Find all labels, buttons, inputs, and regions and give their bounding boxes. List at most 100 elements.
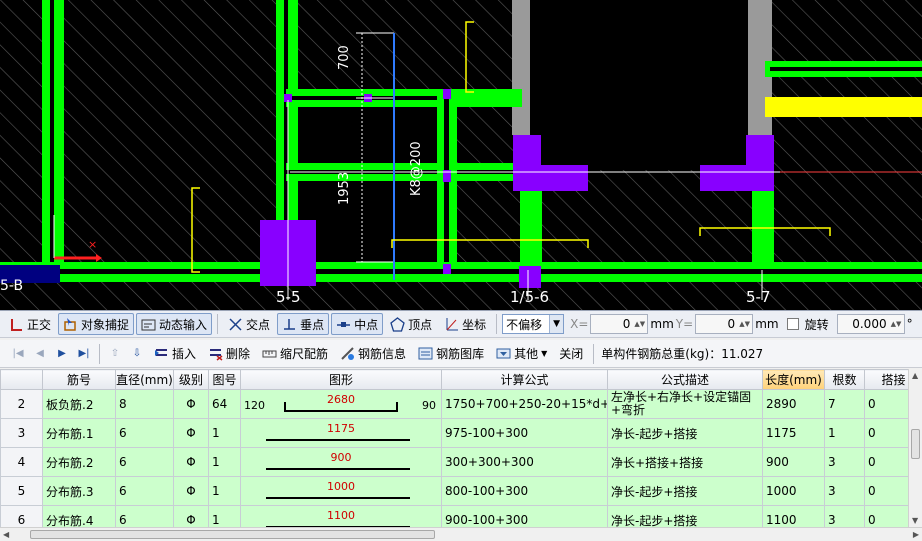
cad-drawing-canvas[interactable]: 700 1953 K8@200 × 5-B 5-5 1/5-6 5-7 (0, 0, 922, 310)
scroll-down-icon[interactable]: ▼ (912, 516, 918, 525)
vertex-snap-button[interactable]: 顶点 (385, 313, 437, 335)
prev-record-icon[interactable]: ◀ (30, 344, 50, 364)
cell-lap[interactable]: 0 (864, 447, 908, 477)
cell-formula-desc[interactable]: 净长-起步+搭接 (607, 418, 763, 448)
header-figure-no[interactable]: 图号 (208, 369, 241, 390)
table-row[interactable]: 6 分布筋.4 6 Φ 1 1100 900-100+300 净长-起步+搭接 … (0, 505, 908, 527)
horizontal-scroll-thumb[interactable] (30, 530, 435, 539)
ortho-button[interactable]: 正交 (4, 313, 56, 335)
cell-grade[interactable]: Φ (173, 447, 209, 477)
cell-count[interactable]: 3 (824, 447, 865, 477)
cell-formula-desc[interactable]: 净长-起步+搭接 (607, 505, 763, 527)
cell-figure-no[interactable]: 64 (208, 389, 241, 419)
cell-lap[interactable]: 0 (864, 418, 908, 448)
cell-grade[interactable]: Φ (173, 476, 209, 506)
cell-shape[interactable]: 900 (240, 447, 442, 477)
cell-formula-desc[interactable]: 左净长+右净长+设定锚固+弯折 (607, 389, 763, 419)
cell-count[interactable]: 1 (824, 418, 865, 448)
chevron-down-icon[interactable]: ▼ (549, 315, 564, 333)
cell-count[interactable]: 3 (824, 476, 865, 506)
cell-shape[interactable]: 1100 (240, 505, 442, 527)
move-up-icon[interactable]: ⇧ (105, 344, 125, 364)
table-row[interactable]: 2 板负筋.2 8 Φ 64 120 2680 90 1750+700+250-… (0, 389, 908, 419)
vertical-scroll-thumb[interactable] (911, 429, 920, 459)
rotate-checkbox[interactable] (786, 318, 799, 330)
perpendicular-snap-button[interactable]: 垂点 (277, 313, 330, 335)
insert-button[interactable]: 插入 (149, 343, 201, 365)
first-record-icon[interactable]: |◀ (8, 344, 28, 364)
next-record-icon[interactable]: ▶ (52, 344, 72, 364)
cell-count[interactable]: 3 (824, 505, 865, 527)
other-menu-button[interactable]: 其他 ▼ (491, 343, 552, 365)
header-formula-desc[interactable]: 公式描述 (607, 369, 763, 390)
midpoint-snap-button[interactable]: 中点 (331, 313, 384, 335)
header-lap[interactable]: 搭接 (864, 369, 908, 390)
spin-arrows-icon[interactable]: ▲▼ (891, 320, 902, 328)
cell-count[interactable]: 7 (824, 389, 865, 419)
cell-lap[interactable]: 0 (864, 476, 908, 506)
scroll-up-icon[interactable]: ▲ (912, 371, 918, 380)
header-shape[interactable]: 图形 (240, 369, 442, 390)
cell-grade[interactable]: Φ (173, 418, 209, 448)
object-snap-button[interactable]: 对象捕捉 (58, 313, 135, 335)
cell-bar-no[interactable]: 分布筋.3 (42, 476, 116, 506)
cell-figure-no[interactable]: 1 (208, 505, 241, 527)
cell-shape[interactable]: 1000 (240, 476, 442, 506)
cell-length[interactable]: 2890 (762, 389, 825, 419)
table-row[interactable]: 5 分布筋.3 6 Φ 1 1000 800-100+300 净长-起步+搭接 … (0, 476, 908, 506)
cell-shape[interactable]: 120 2680 90 (240, 389, 442, 419)
cell-length[interactable]: 1000 (762, 476, 825, 506)
close-button[interactable]: 关闭 (554, 343, 588, 365)
horizontal-scrollbar[interactable]: ◀ ▶ (0, 527, 922, 541)
header-bar-no[interactable]: 筋号 (42, 369, 116, 390)
cell-figure-no[interactable]: 1 (208, 447, 241, 477)
cell-formula[interactable]: 800-100+300 (441, 476, 608, 506)
cell-grade[interactable]: Φ (173, 389, 209, 419)
header-length[interactable]: 长度(mm) (762, 369, 825, 390)
intersection-snap-button[interactable]: 交点 (223, 313, 275, 335)
cell-diameter[interactable]: 8 (115, 389, 174, 419)
cell-figure-no[interactable]: 1 (208, 418, 241, 448)
cell-diameter[interactable]: 6 (115, 418, 174, 448)
cell-formula-desc[interactable]: 净长+搭接+搭接 (607, 447, 763, 477)
scroll-left-icon[interactable]: ◀ (3, 530, 9, 539)
cell-bar-no[interactable]: 板负筋.2 (42, 389, 116, 419)
scale-rebar-button[interactable]: 缩尺配筋 (257, 343, 333, 365)
cell-formula[interactable]: 975-100+300 (441, 418, 608, 448)
coordinate-snap-button[interactable]: 坐标 (439, 313, 491, 335)
cell-shape[interactable]: 1175 (240, 418, 442, 448)
cell-grade[interactable]: Φ (173, 505, 209, 527)
dynamic-input-button[interactable]: 动态输入 (136, 313, 213, 335)
cell-lap[interactable]: 0 (864, 389, 908, 419)
spin-arrows-icon[interactable]: ▲▼ (634, 320, 645, 328)
header-grade[interactable]: 级别 (173, 369, 209, 390)
table-row[interactable]: 4 分布筋.2 6 Φ 1 900 300+300+300 净长+搭接+搭接 9… (0, 447, 908, 477)
offset-mode-select[interactable]: 不偏移 ▼ (502, 314, 565, 334)
cell-length[interactable]: 900 (762, 447, 825, 477)
header-count[interactable]: 根数 (824, 369, 865, 390)
delete-button[interactable]: 删除 (203, 343, 255, 365)
cell-length[interactable]: 1175 (762, 418, 825, 448)
header-diameter[interactable]: 直径(mm) (115, 369, 174, 390)
last-record-icon[interactable]: ▶| (74, 344, 94, 364)
cell-figure-no[interactable]: 1 (208, 476, 241, 506)
move-down-icon[interactable]: ⇩ (127, 344, 147, 364)
rebar-library-button[interactable]: 钢筋图库 (413, 343, 489, 365)
cell-formula[interactable]: 1750+700+250-20+15*d+90 (441, 389, 608, 419)
cell-formula-desc[interactable]: 净长-起步+搭接 (607, 476, 763, 506)
spin-arrows-icon[interactable]: ▲▼ (739, 320, 750, 328)
cell-diameter[interactable]: 6 (115, 447, 174, 477)
table-row[interactable]: 3 分布筋.1 6 Φ 1 1175 975-100+300 净长-起步+搭接 … (0, 418, 908, 448)
y-coordinate-input[interactable]: 0 ▲▼ (695, 314, 754, 334)
x-coordinate-input[interactable]: 0 ▲▼ (590, 314, 649, 334)
cell-formula[interactable]: 900-100+300 (441, 505, 608, 527)
cell-bar-no[interactable]: 分布筋.2 (42, 447, 116, 477)
cell-formula[interactable]: 300+300+300 (441, 447, 608, 477)
cell-diameter[interactable]: 6 (115, 476, 174, 506)
header-formula[interactable]: 计算公式 (441, 369, 608, 390)
rotate-angle-input[interactable]: 0.000 ▲▼ (836, 314, 905, 334)
cell-bar-no[interactable]: 分布筋.1 (42, 418, 116, 448)
cell-lap[interactable]: 0 (864, 505, 908, 527)
cell-bar-no[interactable]: 分布筋.4 (42, 505, 116, 527)
rebar-info-button[interactable]: 钢筋信息 (335, 343, 411, 365)
